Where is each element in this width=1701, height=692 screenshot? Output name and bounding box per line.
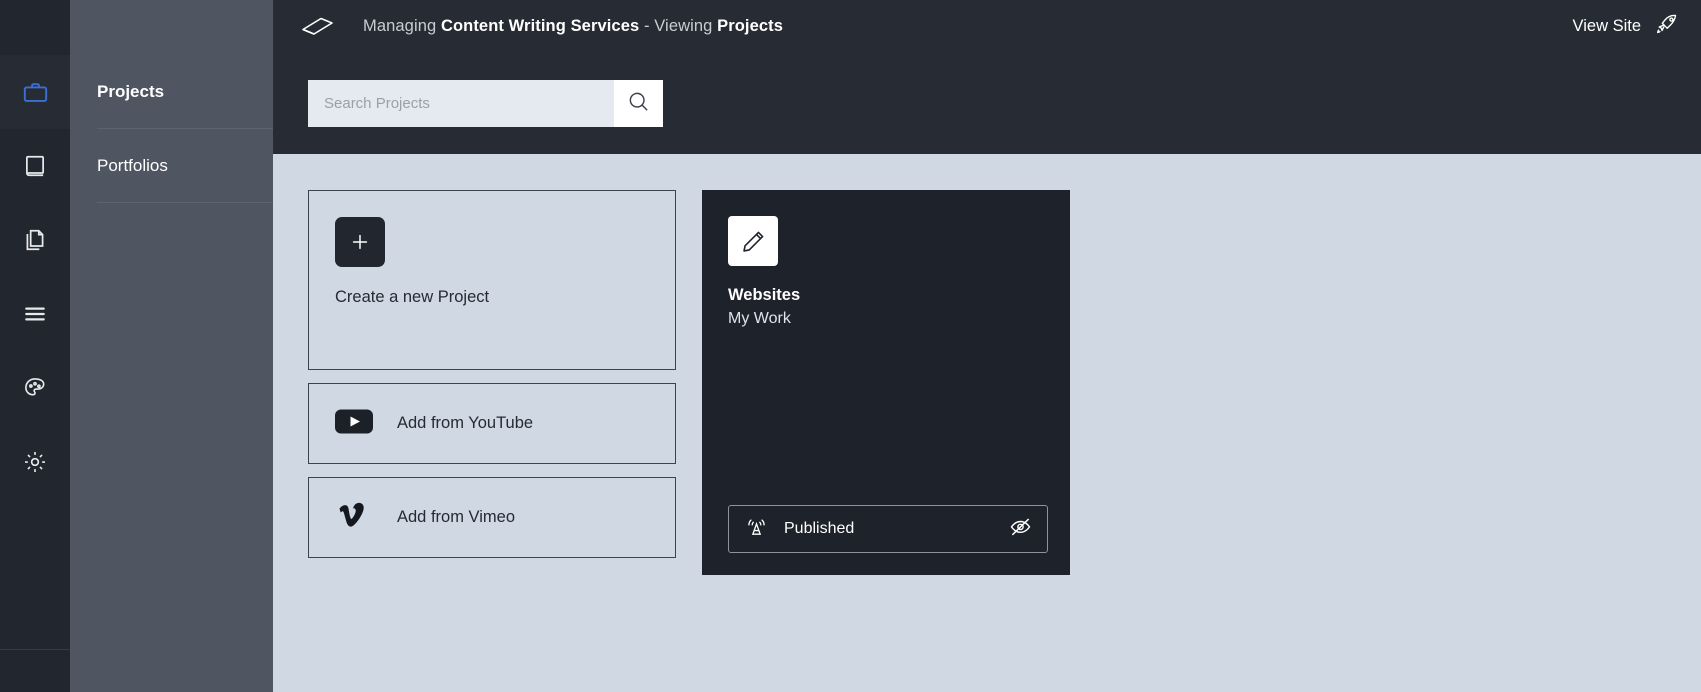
- search-input[interactable]: [308, 79, 614, 127]
- search-icon: [627, 90, 650, 116]
- title-separator: - Viewing: [639, 16, 718, 35]
- book-icon: [22, 153, 48, 179]
- rail-item-appearance[interactable]: [0, 351, 70, 425]
- menu-icon: [22, 301, 48, 327]
- project-card-spacer: [728, 328, 1048, 505]
- paper-plane-logo[interactable]: [301, 13, 335, 39]
- sidebar-item-portfolios[interactable]: Portfolios: [70, 129, 273, 203]
- view-site-label: View Site: [1572, 16, 1641, 35]
- pencil-icon: [728, 216, 778, 266]
- sidebar-item-label: Portfolios: [97, 156, 168, 175]
- project-title: Websites: [728, 286, 801, 304]
- add-from-youtube-card[interactable]: Add from YouTube: [308, 383, 676, 464]
- briefcase-icon: [22, 79, 49, 106]
- rocket-icon: [1655, 12, 1679, 41]
- status-badge: Published: [784, 520, 855, 537]
- add-from-vimeo-card[interactable]: Add from Vimeo: [308, 477, 676, 558]
- view-site-button[interactable]: View Site: [1573, 12, 1679, 41]
- icon-rail: [0, 0, 70, 692]
- add-from-vimeo-label: Add from Vimeo: [397, 508, 515, 526]
- search-group: [308, 79, 663, 127]
- actions-column: Create a new Project Add from YouTube Ad…: [308, 190, 676, 558]
- title-viewing-target: Projects: [717, 16, 784, 35]
- create-project-label: Create a new Project: [335, 288, 490, 306]
- create-project-card[interactable]: Create a new Project: [308, 190, 676, 370]
- gear-icon: [22, 449, 48, 475]
- rail-item-pages[interactable]: [0, 129, 70, 203]
- vimeo-icon: [335, 501, 373, 534]
- title-managing-target: Content Writing Services: [440, 16, 640, 35]
- title-prefix: Managing: [363, 16, 441, 35]
- app-window: Projects Portfolios Managing Content Wri…: [0, 0, 1701, 692]
- pages-icon: [22, 227, 48, 253]
- palette-icon: [22, 375, 48, 401]
- content-area: Create a new Project Add from YouTube Ad…: [273, 154, 1701, 692]
- project-status-bar[interactable]: Published: [728, 505, 1048, 553]
- rail-divider: [0, 649, 70, 650]
- rail-top-spacer: [0, 0, 70, 55]
- topbar: Managing Content Writing Services - View…: [273, 0, 1701, 52]
- sidebar-item-projects[interactable]: Projects: [70, 55, 273, 129]
- plus-icon: [335, 217, 385, 267]
- rail-item-menu[interactable]: [0, 277, 70, 351]
- rail-item-files[interactable]: [0, 203, 70, 277]
- rail-item-settings[interactable]: [0, 425, 70, 499]
- page-title: Managing Content Writing Services - View…: [363, 17, 783, 36]
- sidebar-item-label: Projects: [97, 82, 165, 101]
- eye-slash-icon[interactable]: [1008, 514, 1033, 544]
- main-region: Managing Content Writing Services - View…: [273, 0, 1701, 692]
- project-subtitle: My Work: [728, 310, 791, 327]
- search-bar: [273, 52, 1701, 154]
- rail-item-projects[interactable]: [0, 55, 70, 129]
- sidebar: Projects Portfolios: [70, 0, 273, 692]
- broadcast-icon: [745, 515, 768, 543]
- search-button[interactable]: [614, 79, 663, 127]
- add-from-youtube-label: Add from YouTube: [397, 414, 534, 432]
- youtube-icon: [335, 408, 373, 440]
- project-card-websites[interactable]: Websites My Work Published: [702, 190, 1070, 575]
